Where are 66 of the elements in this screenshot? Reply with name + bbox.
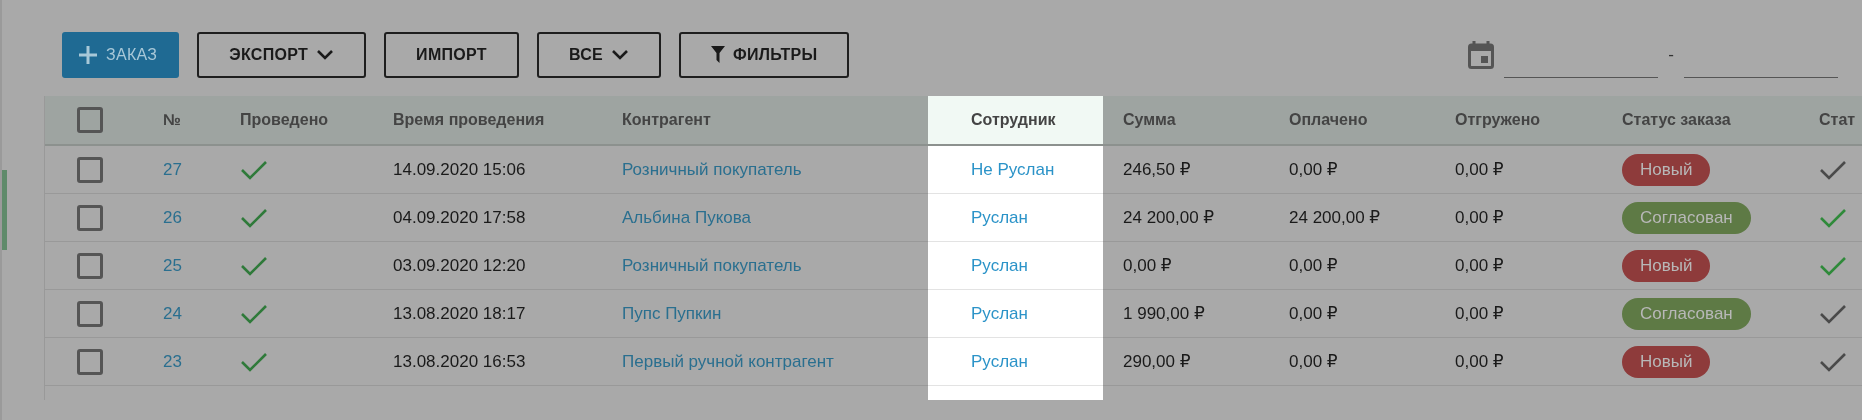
plus-icon bbox=[78, 45, 98, 65]
date-separator: - bbox=[1668, 45, 1674, 65]
counterparty-link[interactable]: Альбина Пукова bbox=[622, 207, 751, 228]
sum-text: 0,00 ₽ bbox=[1123, 255, 1172, 276]
employee-link[interactable]: Руслан bbox=[971, 303, 1028, 324]
filter-icon bbox=[711, 46, 725, 64]
column-header[interactable]: Проведено bbox=[220, 96, 373, 146]
shipped-text: 0,00 ₽ bbox=[1455, 159, 1504, 180]
toolbar-button[interactable]: ИМПОРТ bbox=[384, 32, 519, 78]
sum-text: 246,50 ₽ bbox=[1123, 159, 1191, 180]
shipped-text: 0,00 ₽ bbox=[1455, 303, 1504, 324]
calendar-icon[interactable] bbox=[1468, 41, 1495, 69]
status-tag: Согласован bbox=[1622, 201, 1751, 234]
sum-text: 290,00 ₽ bbox=[1123, 351, 1191, 372]
column-header[interactable]: № bbox=[143, 96, 220, 146]
employee-link[interactable]: Руслан bbox=[971, 255, 1028, 276]
paid-text: 0,00 ₽ bbox=[1289, 303, 1338, 324]
counterparty-link[interactable]: Розничный покупатель bbox=[622, 159, 802, 180]
column-header[interactable]: Отгружено bbox=[1435, 96, 1602, 146]
chevron-down-icon bbox=[316, 49, 335, 61]
column-header[interactable]: Сумма bbox=[1103, 96, 1269, 146]
counterparty-link[interactable]: Розничный покупатель bbox=[622, 255, 802, 276]
paid-text: 0,00 ₽ bbox=[1289, 159, 1338, 180]
order-number-link[interactable]: 25 bbox=[163, 255, 182, 276]
column-header[interactable]: Статус заказа bbox=[1602, 96, 1799, 146]
status-tag: Новый bbox=[1622, 345, 1711, 378]
row-checkbox[interactable] bbox=[77, 348, 103, 375]
sum-text: 24 200,00 ₽ bbox=[1123, 207, 1215, 228]
status-tag: Новый bbox=[1622, 153, 1711, 186]
paid-text: 24 200,00 ₽ bbox=[1289, 207, 1381, 228]
status-tag: Согласован bbox=[1622, 297, 1751, 330]
order-number-link[interactable]: 26 bbox=[163, 207, 182, 228]
column-header[interactable]: Сотрудник bbox=[928, 96, 1103, 146]
row-checkbox[interactable] bbox=[77, 156, 103, 183]
date-time-text: 03.09.2020 12:20 bbox=[393, 255, 526, 276]
counterparty-link[interactable]: Первый ручной контрагент bbox=[622, 351, 834, 372]
row-checkbox[interactable] bbox=[77, 300, 103, 327]
row-checkbox[interactable] bbox=[77, 252, 103, 279]
employee-link[interactable]: Руслан bbox=[971, 351, 1028, 372]
date-time-text: 14.09.2020 15:06 bbox=[393, 159, 526, 180]
shipped-text: 0,00 ₽ bbox=[1455, 255, 1504, 276]
order-number-link[interactable]: 27 bbox=[163, 159, 182, 180]
shipped-text: 0,00 ₽ bbox=[1455, 351, 1504, 372]
employee-link[interactable]: Руслан bbox=[971, 207, 1028, 228]
column-header[interactable]: Оплачено bbox=[1269, 96, 1435, 146]
date-time-text: 13.08.2020 18:17 bbox=[393, 303, 526, 324]
filter-button[interactable]: ФИЛЬТРЫ bbox=[679, 32, 850, 78]
dropdown-button[interactable]: ВСЕ bbox=[536, 32, 661, 78]
row-checkbox[interactable] bbox=[77, 204, 103, 231]
select-all-checkbox[interactable] bbox=[77, 107, 103, 133]
chevron-down-icon bbox=[611, 49, 629, 61]
order-number-link[interactable]: 24 bbox=[163, 303, 182, 324]
paid-text: 0,00 ₽ bbox=[1289, 255, 1338, 276]
date-time-text: 13.08.2020 16:53 bbox=[393, 351, 526, 372]
sum-text: 1 990,00 ₽ bbox=[1123, 303, 1205, 324]
counterparty-link[interactable]: Пупс Пупкин bbox=[622, 303, 722, 324]
date-time-text: 04.09.2020 17:58 bbox=[393, 207, 526, 228]
column-header[interactable]: Время проведения bbox=[373, 96, 602, 146]
paid-text: 0,00 ₽ bbox=[1289, 351, 1338, 372]
shipped-text: 0,00 ₽ bbox=[1455, 207, 1504, 228]
add-order-button[interactable]: ЗАКАЗ bbox=[62, 32, 180, 78]
column-header[interactable]: Контрагент bbox=[602, 96, 928, 146]
dropdown-button[interactable]: ЭКСПОРТ bbox=[197, 32, 367, 78]
order-number-link[interactable]: 23 bbox=[163, 351, 182, 372]
column-header[interactable]: Стат bbox=[1799, 96, 1862, 146]
status-tag: Новый bbox=[1622, 249, 1711, 282]
